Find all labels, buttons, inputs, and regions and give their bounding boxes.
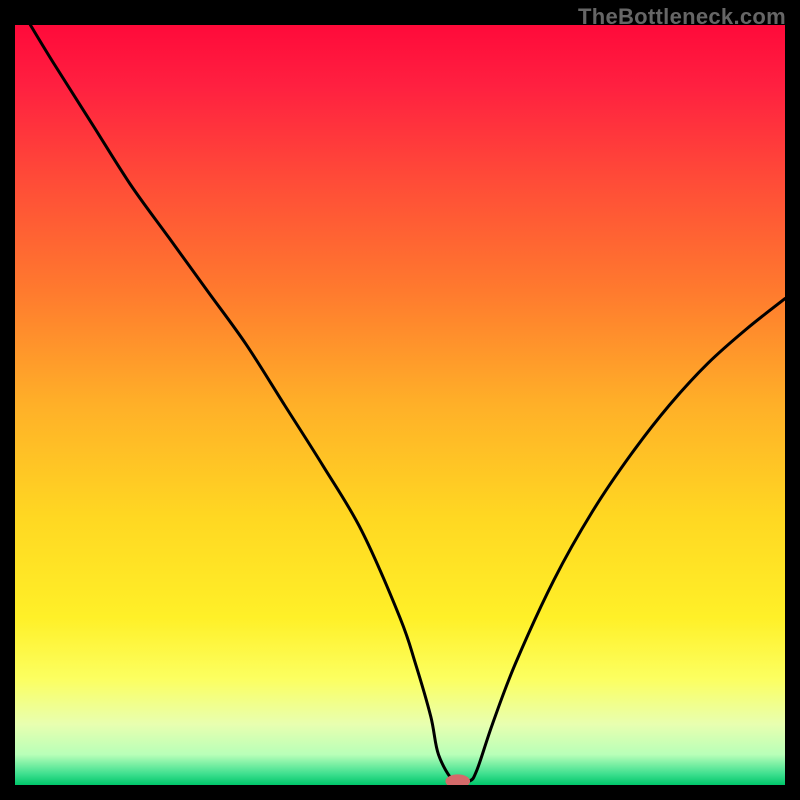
chart-svg xyxy=(15,25,785,785)
plot-area xyxy=(15,25,785,785)
chart-frame: TheBottleneck.com xyxy=(0,0,800,800)
